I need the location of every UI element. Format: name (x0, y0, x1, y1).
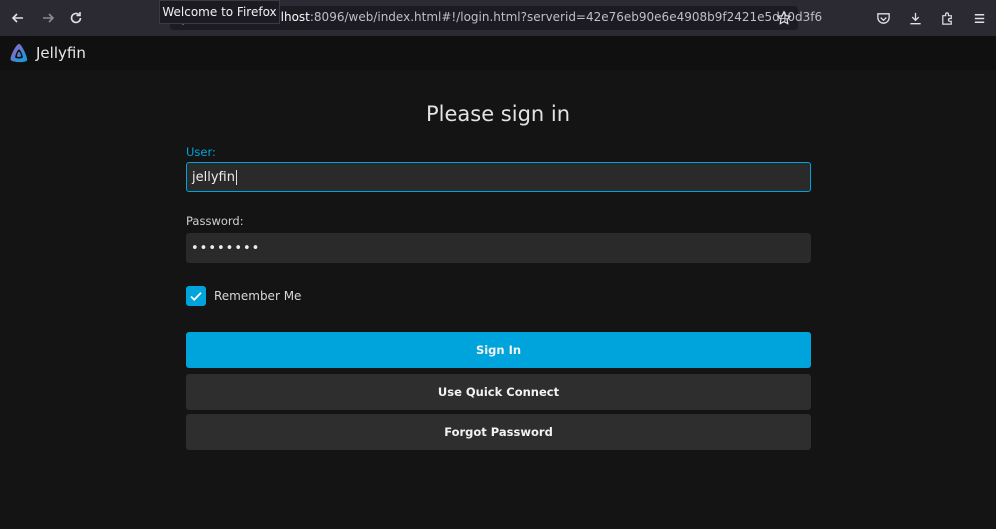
download-icon (909, 12, 921, 24)
browser-toolbar: localhost:8096/web/index.html#!/login.ht… (0, 0, 996, 37)
user-input-value: jellyfin (192, 169, 235, 185)
menu-button[interactable] (968, 6, 990, 30)
quick-connect-button[interactable]: Use Quick Connect (186, 374, 811, 410)
reload-button[interactable] (64, 6, 88, 30)
remember-me-checkbox[interactable] (186, 286, 206, 306)
checkmark-icon (190, 292, 202, 301)
user-label: User: (186, 145, 216, 159)
app-header: Jellyfin (0, 36, 996, 70)
remember-me-label[interactable]: Remember Me (214, 289, 301, 303)
extensions-button[interactable] (936, 6, 958, 30)
bookmark-star-icon[interactable] (776, 10, 792, 26)
page-title: Please sign in (425, 102, 571, 126)
arrow-left-icon (11, 13, 23, 23)
browser-right-tools (872, 6, 990, 30)
downloads-button[interactable] (904, 6, 926, 30)
user-input[interactable]: jellyfin (186, 162, 811, 192)
arrow-right-icon (43, 13, 55, 23)
pocket-button[interactable] (872, 6, 894, 30)
url-path: :8096/web/index.html#!/login.html?server… (309, 10, 823, 24)
hamburger-menu-icon (974, 13, 984, 23)
jellyfin-logo-icon (10, 43, 28, 63)
text-caret (235, 169, 237, 185)
tab-tooltip: Welcome to Firefox (159, 0, 280, 24)
pocket-icon (876, 12, 890, 24)
login-page: Please sign in User: jellyfin Password: … (0, 70, 996, 529)
sign-in-button[interactable]: Sign In (186, 332, 811, 368)
app-name: Jellyfin (36, 44, 86, 62)
forward-button[interactable] (36, 6, 60, 30)
app-logo[interactable]: Jellyfin (8, 42, 86, 64)
puzzle-icon (941, 11, 952, 25)
url-text[interactable]: localhost:8096/web/index.html#!/login.ht… (256, 10, 822, 24)
back-button[interactable] (6, 6, 30, 30)
remember-me-row: Remember Me (186, 286, 301, 306)
forgot-password-button[interactable]: Forgot Password (186, 414, 811, 450)
reload-icon (70, 12, 82, 24)
password-input-value: •••••••• (191, 240, 261, 256)
password-input[interactable]: •••••••• (186, 233, 811, 263)
password-label: Password: (186, 214, 244, 228)
